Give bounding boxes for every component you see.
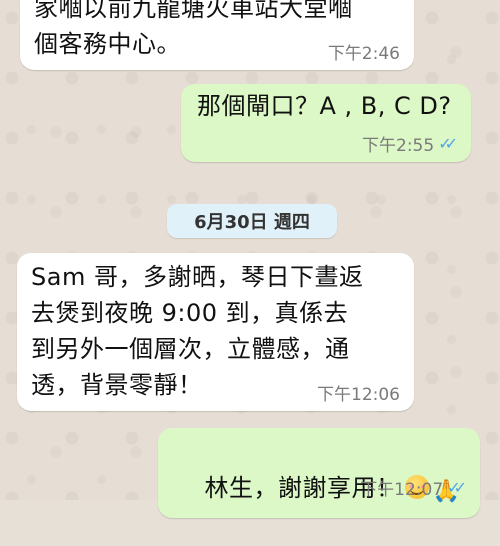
message-time: 下午2:55 (362, 136, 435, 156)
message-bubble-outgoing[interactable]: 那個閘口？A , B, C D? 下午2:55 ✓✓ (181, 84, 471, 162)
date-divider: 6月30日 週四 (167, 204, 337, 238)
message-time: 下午12:07 (360, 480, 444, 500)
message-meta: 下午2:46 (328, 39, 400, 64)
read-receipt-icon: ✓✓ (447, 478, 467, 497)
chat-background (0, 0, 500, 500)
message-time: 下午2:46 (327, 44, 400, 64)
message-bubble-outgoing[interactable]: 林生，謝謝享用！ 🙏 下午12:07 ✓✓ (158, 428, 480, 518)
message-meta: 下午12:07 ✓✓ (360, 475, 467, 500)
message-time: 下午12:06 (317, 385, 400, 405)
message-bubble-incoming[interactable]: 家嗰以前九龍塘火車站大堂嗰 個客務中心。 下午2:46 (20, 0, 414, 70)
message-meta: 下午2:55 ✓✓ (362, 131, 458, 156)
read-receipt-icon: ✓✓ (438, 134, 458, 153)
message-text: 那個閘口？A , B, C D? (197, 92, 452, 120)
message-bubble-incoming[interactable]: Sam 哥，多謝晒，琴日下晝返 去煲到夜晚 9:00 到，真係去 到另外一個層次… (17, 253, 414, 411)
message-meta: 下午12:06 (317, 380, 400, 405)
